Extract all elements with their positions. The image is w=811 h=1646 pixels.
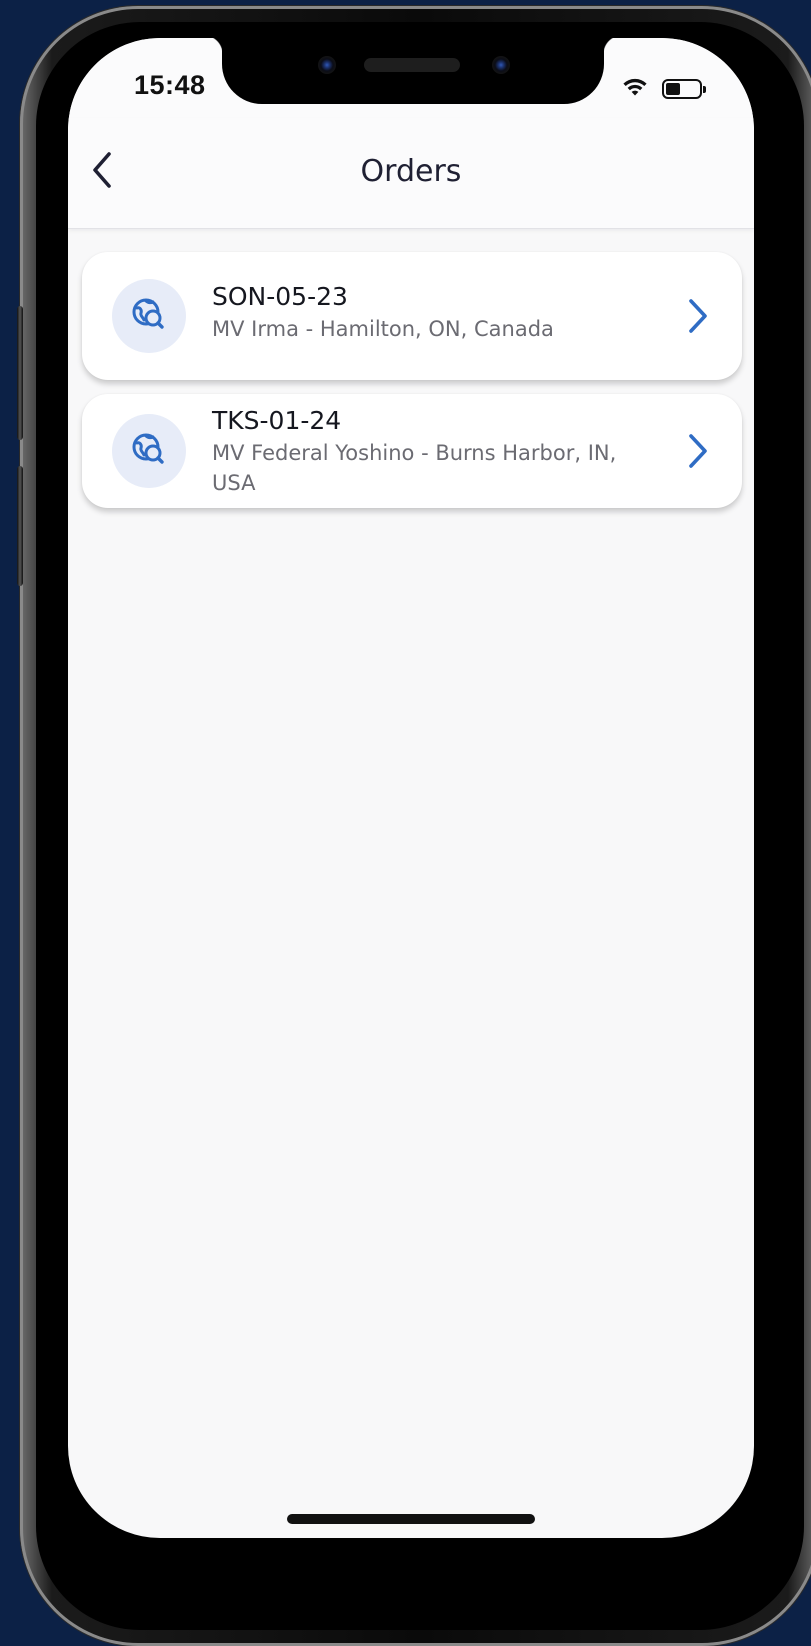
home-indicator[interactable] <box>287 1514 535 1524</box>
order-id: TKS-01-24 <box>212 406 342 435</box>
order-card[interactable]: SON-05-23 MV Irma - Hamilton, ON, Canada <box>82 252 742 380</box>
order-id: SON-05-23 <box>212 282 348 311</box>
speaker-grille <box>364 58 460 72</box>
order-description: MV Federal Yoshino - Burns Harbor, IN, U… <box>212 441 617 495</box>
camera-icon <box>318 56 336 74</box>
status-time: 15:48 <box>134 70 206 100</box>
chevron-right-icon <box>684 296 712 336</box>
order-text: TKS-01-24 MV Federal Yoshino - Burns Har… <box>212 404 646 498</box>
status-bar: 15:48 <box>68 38 754 118</box>
globe-search-icon <box>129 429 169 473</box>
battery-icon <box>662 79 706 99</box>
order-text: SON-05-23 MV Irma - Hamilton, ON, Canada <box>212 280 646 344</box>
navigation-bar: Orders <box>68 118 754 229</box>
chevron-right-icon <box>684 431 712 471</box>
notch <box>204 38 622 104</box>
globe-search-icon <box>129 294 169 338</box>
volume-up-button <box>17 306 23 440</box>
order-avatar <box>112 279 186 353</box>
order-avatar <box>112 414 186 488</box>
order-description: MV Irma - Hamilton, ON, Canada <box>212 317 554 341</box>
status-icons <box>620 76 706 102</box>
wifi-icon <box>620 76 650 102</box>
volume-down-button <box>17 466 23 586</box>
sensor-icon <box>492 56 510 74</box>
order-card[interactable]: TKS-01-24 MV Federal Yoshino - Burns Har… <box>82 394 742 508</box>
app-screen: 15:48 Orders SON-05-23 MV Irma - Hamilto… <box>68 38 754 1538</box>
page-title: Orders <box>360 154 462 189</box>
